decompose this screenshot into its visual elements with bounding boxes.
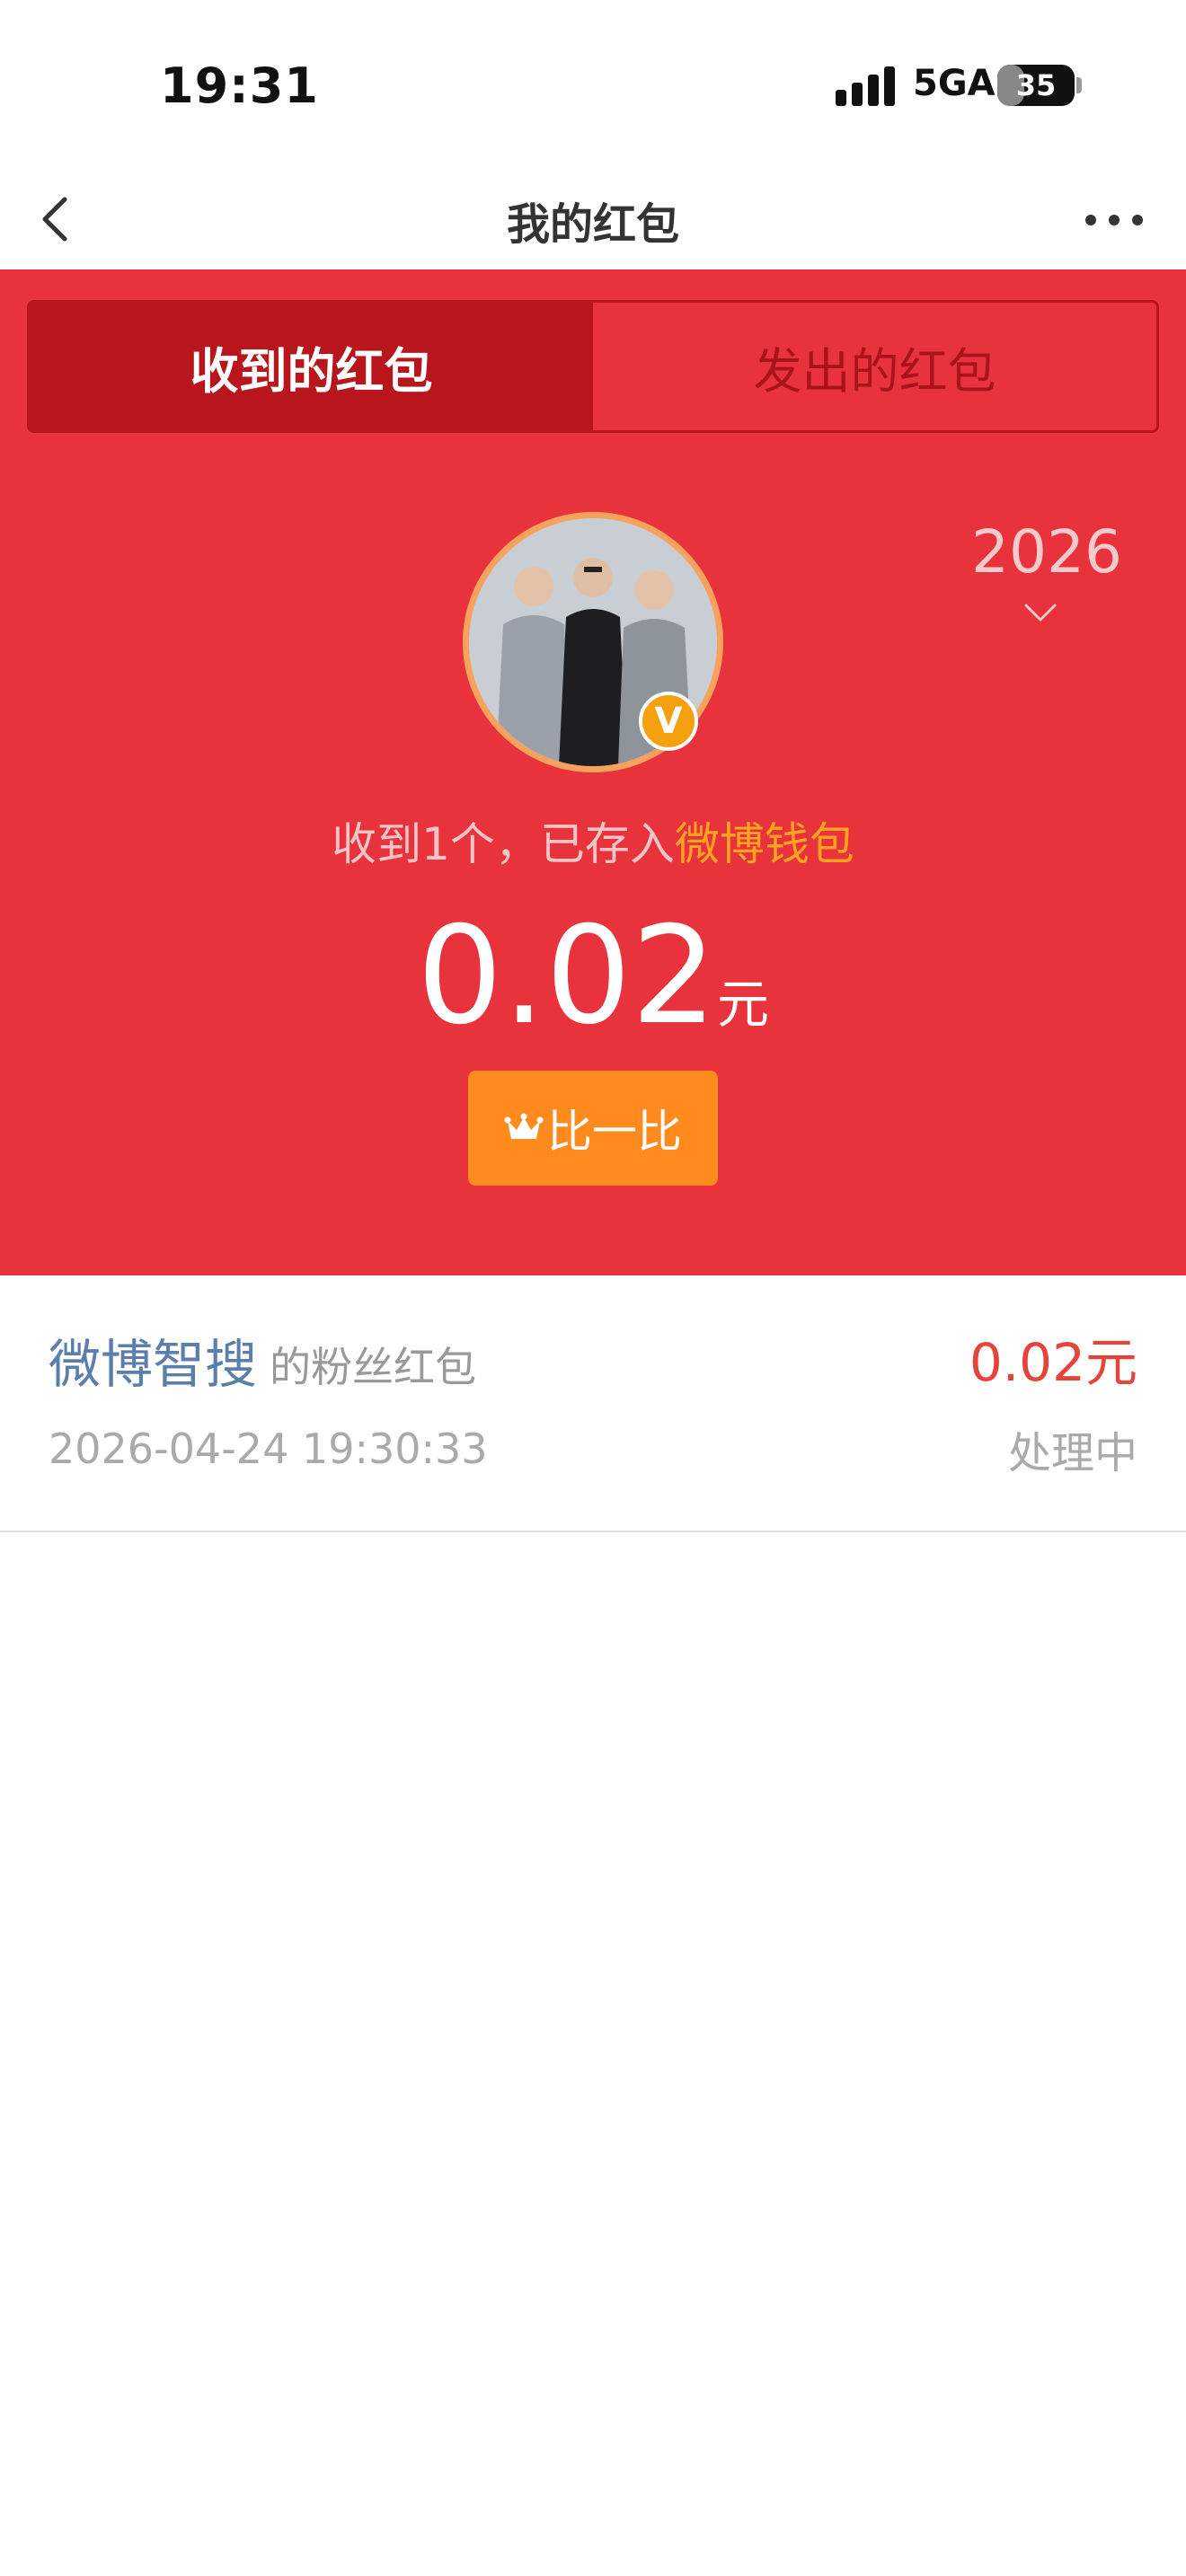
status-bar: 19:31 5GA 35 xyxy=(0,0,1186,171)
received-summary: 收到1个，已存入微博钱包 xyxy=(0,808,1186,873)
total-amount: 0.02元 xyxy=(0,898,1186,1054)
record-amount: 0.02元 xyxy=(969,1332,1137,1393)
status-time: 19:31 xyxy=(160,57,319,114)
battery-tip xyxy=(1076,77,1082,93)
battery-icon: 35 xyxy=(997,65,1075,106)
tab-received[interactable]: 收到的红包 xyxy=(30,303,593,430)
more-horizontal-icon[interactable] xyxy=(1078,198,1150,243)
cellular-signal-icon xyxy=(836,66,897,106)
verified-badge-icon: V xyxy=(639,692,698,751)
tab-sent[interactable]: 发出的红包 xyxy=(593,303,1156,430)
tab-bar: 收到的红包 发出的红包 xyxy=(27,300,1159,433)
year-selector[interactable]: 2026 xyxy=(952,517,1141,587)
compare-button[interactable]: 比一比 xyxy=(468,1071,718,1186)
record-timestamp: 2026-04-24 19:30:33 xyxy=(49,1425,488,1473)
crown-icon xyxy=(504,1113,544,1139)
packet-type: 的粉丝红包 xyxy=(270,1343,476,1391)
total-amount-value: 0.02 xyxy=(417,898,717,1054)
battery-percent: 35 xyxy=(1015,68,1057,102)
sender-name[interactable]: 微博智搜 xyxy=(49,1322,257,1398)
red-packet-header: 收到的红包 发出的红包 2026 V 收到1个，已存入微博钱包 0.02元 比一… xyxy=(0,269,1186,1275)
weibo-wallet-link[interactable]: 微博钱包 xyxy=(675,818,854,870)
avatar-container: V xyxy=(463,512,723,772)
page-title: 我的红包 xyxy=(506,199,679,250)
chevron-down-icon[interactable] xyxy=(1022,602,1058,623)
received-summary-text: 收到1个，已存入 xyxy=(332,818,675,870)
compare-button-label: 比一比 xyxy=(547,1106,682,1158)
record-status: 处理中 xyxy=(1007,1428,1137,1478)
total-amount-unit: 元 xyxy=(716,974,769,1035)
network-type: 5GA xyxy=(913,63,996,104)
nav-bar: 我的红包 xyxy=(0,171,1186,269)
list-item[interactable]: 微博智搜 的粉丝红包 0.02元 2026-04-24 19:30:33 处理中 xyxy=(0,1275,1186,1532)
